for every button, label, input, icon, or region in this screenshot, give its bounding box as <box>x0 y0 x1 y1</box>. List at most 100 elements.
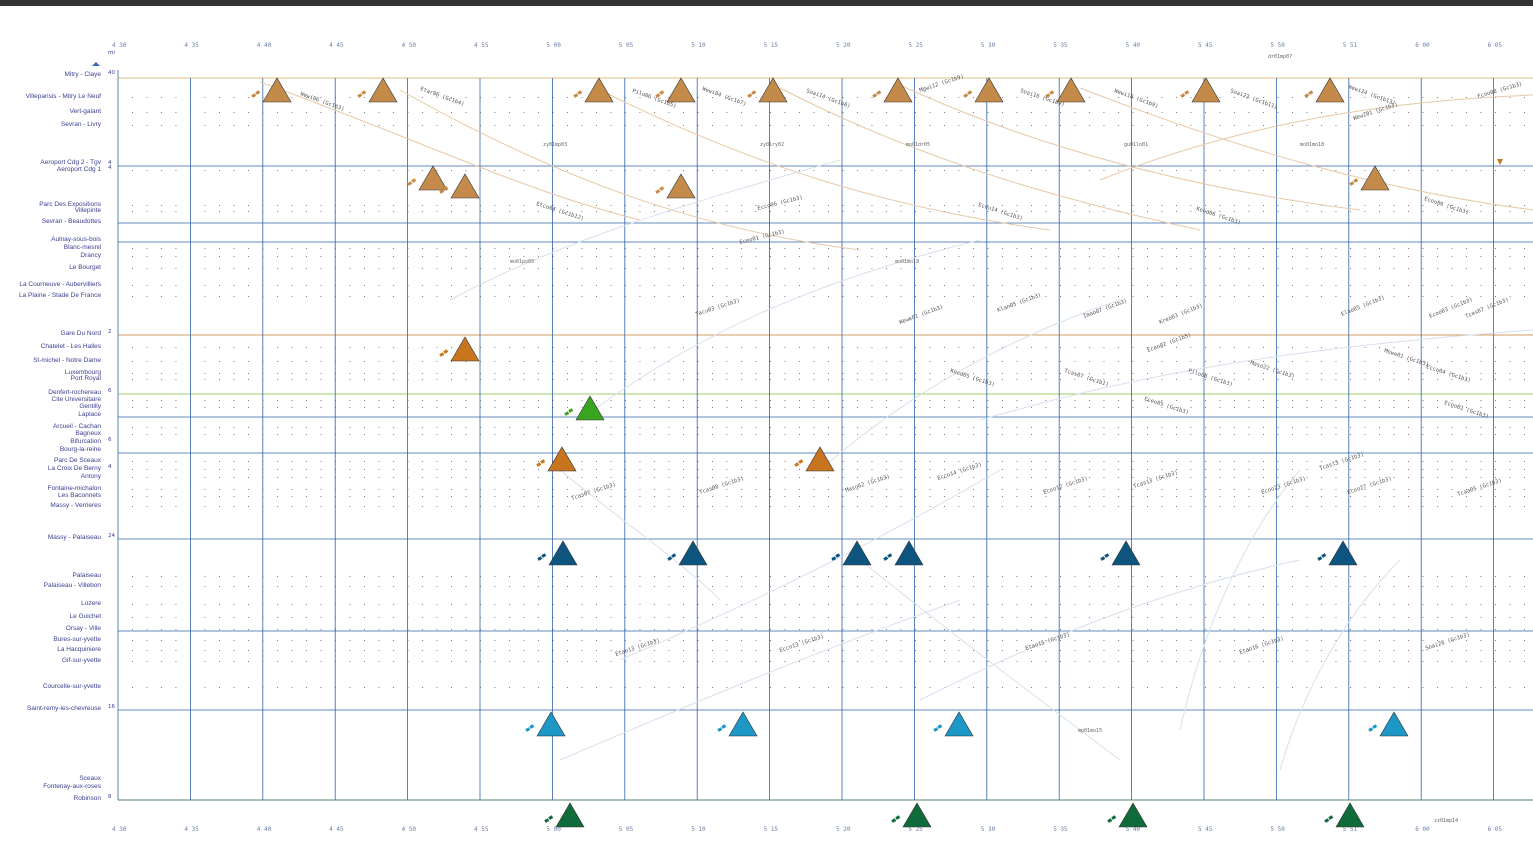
train-marker-icon <box>659 186 665 191</box>
train-label: Eceo02 (Gc1b5) <box>1147 332 1193 353</box>
train-label: Imao07 (Gc1b3) <box>1083 298 1129 319</box>
train-marker-icon <box>1368 727 1374 732</box>
train-marker-icon <box>831 556 837 561</box>
train-triangle-icon <box>555 802 585 828</box>
path-label: dr01mp07 <box>1268 54 1292 60</box>
train-label: Tcas13 (Gc1b3) <box>1319 452 1365 472</box>
train-marker-icon <box>967 90 973 95</box>
train-marker-icon <box>537 556 543 561</box>
train-marker-icon <box>963 93 969 98</box>
train-triangle-icon <box>666 173 696 199</box>
train-marker-icon <box>544 818 550 823</box>
train-label: Tcas08 (Gc1b3) <box>699 476 745 496</box>
train-label: Tcaa05 (Gc1b3) <box>1457 478 1503 498</box>
train-marker-icon <box>407 181 413 186</box>
train-label: Pilo06 (Gc1b3) <box>1187 368 1233 388</box>
train-marker-icon <box>1049 90 1055 95</box>
train-marker-icon <box>937 724 943 729</box>
track-count: 24 <box>108 533 115 539</box>
train-label: Soai16 (Gc1b9) <box>1019 88 1065 108</box>
train-path-curve <box>819 299 1121 471</box>
train-marker-icon <box>671 553 677 558</box>
train-triangle-icon <box>548 540 578 566</box>
train-triangle-icon <box>536 711 566 737</box>
train-triangle-icon <box>1118 802 1148 828</box>
train-timetable-chart[interactable]: 4044266424168Wewi06 (Gc1b3) Etar06 (Gc1b4… <box>0 0 1533 851</box>
train-label: Ecoo27 (Gc1b3) <box>1347 476 1393 496</box>
path-label: gu01lo01 <box>1124 142 1148 148</box>
train-triangle-icon <box>1328 540 1358 566</box>
path-label: mo01dr05 <box>906 142 930 148</box>
train-triangle-icon <box>944 711 974 737</box>
train-marker-icon <box>536 462 542 467</box>
train-marker-icon <box>443 349 449 354</box>
train-marker-icon <box>1308 90 1314 95</box>
train-marker-icon <box>541 553 547 558</box>
train-label: Mgwi12 (Gc1b9) <box>919 74 965 94</box>
train-label: Eceo01 (Gc1b3) <box>739 229 785 246</box>
train-triangle-icon <box>974 77 1004 103</box>
train-marker-icon <box>251 93 257 98</box>
track-count: 8 <box>108 794 112 800</box>
train-label: Tacu03 (Gc1b3) <box>695 298 741 318</box>
train-triangle-icon <box>894 540 924 566</box>
train-triangle-icon <box>1111 540 1141 566</box>
track-count: 40 <box>108 70 115 76</box>
train-label: Wewi01 (Gc1b3) <box>1353 102 1399 122</box>
train-marker-icon <box>1107 818 1113 823</box>
train-path-curve <box>1179 469 1301 731</box>
train-marker-icon <box>564 411 570 416</box>
track-count: 6 <box>108 437 112 443</box>
train-marker-icon <box>655 189 661 194</box>
train-path-curve <box>579 239 981 421</box>
train-marker-icon <box>1100 556 1106 561</box>
train-triangle-icon <box>666 77 696 103</box>
train-marker-icon <box>568 408 574 413</box>
train-marker-icon <box>887 553 893 558</box>
train-triangle-icon <box>1191 77 1221 103</box>
train-marker-icon <box>798 459 804 464</box>
train-marker-icon <box>895 815 901 820</box>
track-count: 4 <box>108 165 112 171</box>
train-label: Ecco06 (Gc1b3) <box>757 195 803 212</box>
train-triangle-icon <box>575 395 605 421</box>
track-count: 16 <box>108 704 115 710</box>
train-path-curve <box>559 599 961 761</box>
train-marker-icon <box>439 352 445 357</box>
train-marker-icon <box>548 815 554 820</box>
train-triangle-icon <box>1335 802 1365 828</box>
train-label: Eceo05 (Gc1b3) <box>1143 396 1189 416</box>
train-marker-icon <box>1180 93 1186 98</box>
train-arrow-icon <box>1497 159 1503 165</box>
train-marker-icon <box>1349 181 1355 186</box>
train-label: Klan05 (Gc1b3) <box>997 292 1043 313</box>
train-marker-icon <box>357 93 363 98</box>
train-triangle-icon <box>418 165 448 191</box>
train-marker-icon <box>883 556 889 561</box>
train-marker-icon <box>255 90 261 95</box>
train-path-curve <box>1279 559 1401 771</box>
train-marker-icon <box>794 462 800 467</box>
train-marker-icon <box>1324 818 1330 823</box>
train-triangle-icon <box>584 77 614 103</box>
path-label: mo01mo18 <box>895 259 919 265</box>
train-triangle-icon <box>758 77 788 103</box>
train-marker-icon <box>747 93 753 98</box>
train-triangle-icon <box>902 802 932 828</box>
train-path-curve <box>619 469 1001 661</box>
path-label: zy01ry02 <box>760 142 784 148</box>
train-label: Wewe01 (Gc1b3) <box>899 304 945 325</box>
path-label: mo01mo18 <box>1300 142 1324 148</box>
train-label: Ecoo23 (Gc1b3) <box>1261 476 1307 496</box>
train-marker-icon <box>361 90 367 95</box>
train-marker-icon <box>1353 178 1359 183</box>
train-marker-icon <box>573 93 579 98</box>
train-label: Ecco04 (Gc1b3) <box>1425 364 1471 384</box>
train-marker-icon <box>411 178 417 183</box>
train-label: Wewi18 (Gc1b9) <box>1113 88 1159 109</box>
train-marker-icon <box>1304 93 1310 98</box>
train-triangle-icon <box>883 77 913 103</box>
train-marker-icon <box>1328 815 1334 820</box>
train-triangle-icon <box>1379 711 1409 737</box>
train-triangle-icon <box>450 336 480 362</box>
